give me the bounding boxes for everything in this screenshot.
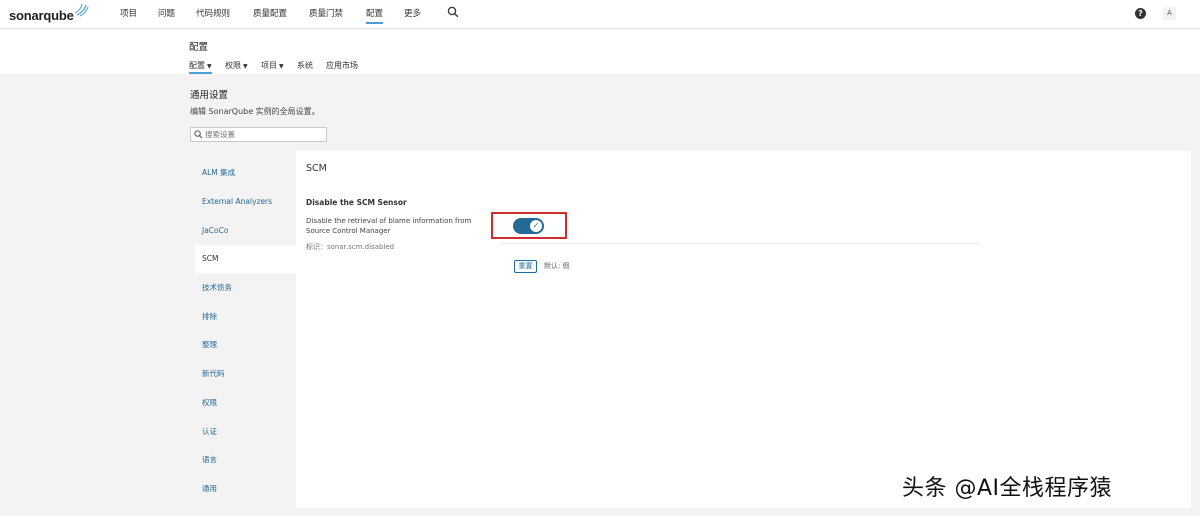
subnav-security[interactable]: 权限 ▼ [225, 60, 248, 71]
nav-item-rules[interactable]: 代码规则 [196, 7, 230, 19]
category-item-security[interactable]: 权限 [195, 389, 296, 417]
panel-title: SCM [306, 163, 327, 174]
top-navbar: sonarqube 项目 问题 代码规则 质量配置 质量门禁 配置 更多 ? A [0, 0, 1200, 29]
setting-key: 标识：sonar.scm.disabled [306, 243, 395, 251]
subnav-marketplace[interactable]: 应用市场 [326, 60, 358, 71]
help-icon[interactable]: ? [1135, 8, 1146, 19]
reset-button[interactable]: 重置 [514, 260, 537, 273]
category-item-jacoco[interactable]: JaCoCo [195, 217, 296, 245]
nav-item-administration[interactable]: 配置 [366, 7, 384, 24]
scm-disabled-toggle[interactable]: ✓ [513, 218, 544, 234]
nav-item-quality-profiles[interactable]: 质量配置 [253, 7, 287, 19]
setting-description: Disable the retrieval of blame informati… [306, 217, 472, 235]
subnav-label: 权限 [225, 61, 241, 70]
nav-item-more[interactable]: 更多 [404, 7, 421, 19]
avatar[interactable]: A [1163, 7, 1176, 20]
page-title: 配置 [189, 42, 209, 53]
check-icon: ✓ [530, 220, 542, 232]
subnav-system[interactable]: 系统 [297, 60, 313, 71]
category-item-external-analyzers[interactable]: External Analyzers [195, 188, 296, 216]
search-icon[interactable] [447, 6, 459, 18]
subnav-projects[interactable]: 项目 ▼ [261, 60, 284, 71]
search-icon [194, 130, 203, 139]
settings-panel: SCM Disable the SCM Sensor Disable the r… [296, 151, 1191, 508]
category-item-authentication[interactable]: 认证 [195, 418, 296, 446]
subnav-configuration[interactable]: 配置 ▼ [189, 60, 212, 74]
chevron-down-icon: ▼ [279, 63, 284, 70]
nav-item-issues[interactable]: 问题 [158, 7, 175, 19]
settings-search [190, 127, 327, 142]
category-item-new-code[interactable]: 新代码 [195, 360, 296, 388]
setting-divider [500, 243, 980, 244]
settings-title: 通用设置 [190, 90, 229, 101]
category-item-scm[interactable]: SCM [195, 245, 296, 273]
setting-name: Disable the SCM Sensor [306, 198, 407, 207]
subnav-label: 项目 [261, 61, 277, 70]
category-item-languages[interactable]: 语言 [195, 446, 296, 474]
chevron-down-icon: ▼ [243, 63, 248, 70]
category-item-technical-debt[interactable]: 技术债务 [195, 274, 296, 302]
watermark: 头条 @AI全栈程序猿 [902, 476, 1113, 501]
default-value: 默认: 假 [544, 262, 570, 270]
logo-text: sonarqube [9, 8, 74, 23]
settings-description: 编辑 SonarQube 实例的全局设置。 [190, 107, 320, 116]
page-header: 配置 配置 ▼ 权限 ▼ 项目 ▼ 系统 应用市场 [0, 30, 1200, 74]
logo-waves-icon [75, 3, 89, 17]
nav-item-quality-gates[interactable]: 质量门禁 [309, 7, 343, 19]
settings-search-input[interactable] [205, 129, 323, 140]
chevron-down-icon: ▼ [207, 63, 212, 70]
nav-item-projects[interactable]: 项目 [120, 7, 137, 19]
subnav-label: 配置 [189, 61, 205, 70]
category-item-housekeeping[interactable]: 整理 [195, 331, 296, 359]
category-item-exclusions[interactable]: 排除 [195, 303, 296, 331]
category-item-alm[interactable]: ALM 集成 [195, 159, 296, 187]
category-item-general[interactable]: 通用 [195, 475, 296, 503]
